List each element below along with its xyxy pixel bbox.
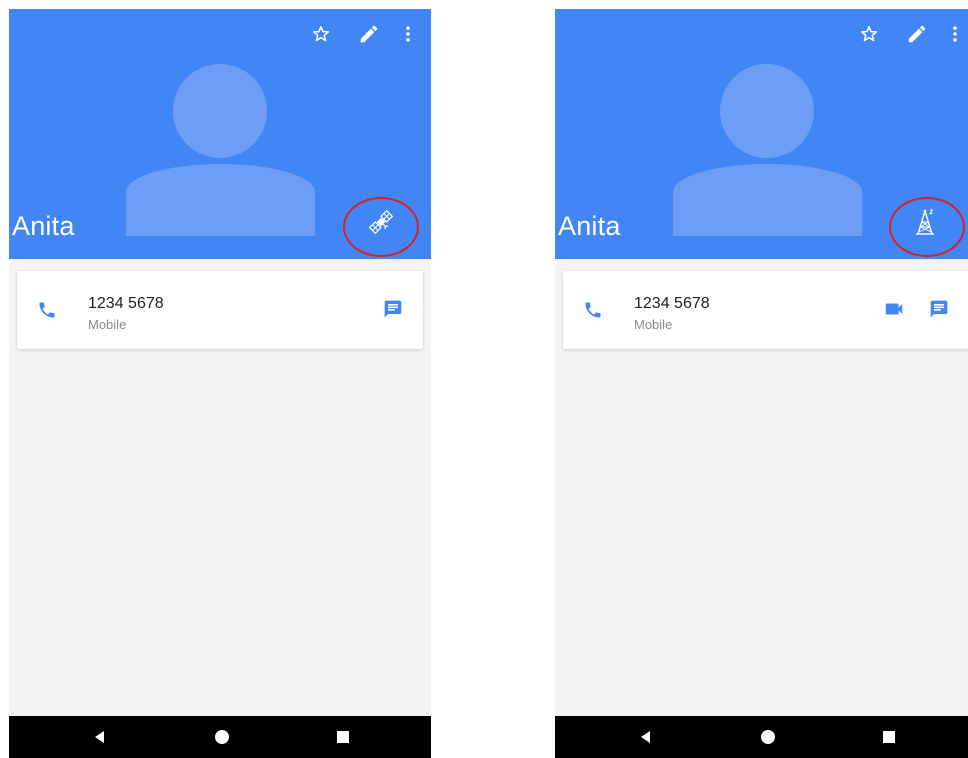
call-button[interactable] (35, 298, 59, 322)
home-button[interactable] (756, 725, 780, 749)
call-button[interactable] (581, 298, 605, 322)
video-call-button[interactable] (882, 297, 906, 321)
more-options-button[interactable] (395, 21, 421, 47)
navigation-bar (9, 716, 431, 758)
phone-number-type: Mobile (88, 317, 127, 332)
home-circle-icon (761, 730, 775, 744)
phone-number: 1234 5678 (634, 295, 710, 312)
phone-number-card[interactable]: 1234 5678 Mobile (563, 271, 968, 349)
phone-number-card[interactable]: 1234 5678 Mobile (17, 271, 423, 349)
contact-header: Anita (555, 9, 968, 259)
message-button[interactable] (927, 297, 951, 321)
avatar-body (673, 164, 862, 236)
back-triangle-icon (95, 731, 104, 743)
home-circle-icon (215, 730, 229, 744)
message-icon (930, 300, 948, 318)
recents-button[interactable] (877, 725, 901, 749)
recents-square-icon (883, 731, 895, 743)
message-button[interactable] (381, 297, 405, 321)
home-button[interactable] (210, 725, 234, 749)
navigation-bar (555, 716, 968, 758)
more-options-button[interactable] (942, 21, 968, 47)
video-call-icon (885, 303, 903, 315)
star-outline-icon (312, 25, 330, 42)
edit-button[interactable] (904, 21, 930, 47)
phone-number-type: Mobile (634, 317, 673, 332)
more-vert-icon (953, 26, 957, 42)
contact-name: Anita (558, 211, 621, 241)
back-button[interactable] (88, 725, 112, 749)
avatar-head (173, 64, 267, 158)
contact-screen-right: Anita 1234 5678 Mobile (555, 9, 968, 758)
pencil-icon (908, 25, 926, 43)
star-outline-icon (860, 25, 878, 42)
contact-name: Anita (12, 211, 75, 241)
avatar-body (126, 164, 315, 236)
back-button[interactable] (634, 725, 658, 749)
pencil-icon (360, 25, 378, 43)
highlight-ring (343, 197, 419, 257)
header-actions (555, 21, 968, 47)
header-actions (9, 21, 431, 47)
edit-button[interactable] (356, 21, 382, 47)
phone-icon (39, 302, 55, 318)
phone-icon (585, 302, 601, 318)
recents-square-icon (337, 731, 349, 743)
star-button[interactable] (856, 21, 882, 47)
avatar-head (720, 64, 814, 158)
more-vert-icon (406, 26, 410, 42)
contact-screen-left: Anita 1234 5678 Mobile (9, 9, 431, 758)
message-icon (384, 300, 402, 318)
phone-number: 1234 5678 (88, 295, 164, 312)
contact-header: Anita (9, 9, 431, 259)
star-button[interactable] (308, 21, 334, 47)
back-triangle-icon (641, 731, 650, 743)
highlight-ring (889, 197, 965, 257)
recents-button[interactable] (331, 725, 355, 749)
